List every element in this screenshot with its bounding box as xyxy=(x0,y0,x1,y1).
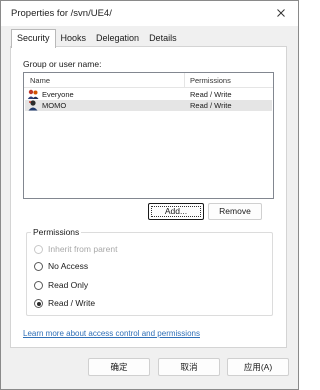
group-or-user-label: Group or user name: xyxy=(23,59,102,69)
close-button[interactable] xyxy=(274,6,288,20)
column-header-name[interactable]: Name xyxy=(30,76,50,85)
radio-button xyxy=(34,299,43,308)
row-name: MOMO xyxy=(42,101,67,110)
row-name: Everyone xyxy=(42,90,74,99)
permissions-group: Permissions Inherit from parent No Acces… xyxy=(26,227,273,316)
radio-label: Read / Write xyxy=(48,298,96,308)
apply-button[interactable]: 应用(A) xyxy=(227,358,289,376)
security-panel: Group or user name: Name Permissions Eve… xyxy=(10,46,287,348)
ok-button-label: 确定 xyxy=(110,362,128,372)
group-icon xyxy=(27,89,39,100)
window-title: Properties for /svn/UE4/ xyxy=(11,8,112,19)
list-header: Name Permissions xyxy=(24,73,273,88)
radio-label: No Access xyxy=(48,261,89,271)
column-header-permissions[interactable]: Permissions xyxy=(190,76,231,85)
list-row-momo[interactable]: MOMO Read / Write xyxy=(25,100,272,111)
permissions-legend: Permissions xyxy=(31,227,82,237)
close-icon xyxy=(277,9,285,17)
remove-button[interactable]: Remove xyxy=(208,203,262,220)
apply-button-label: 应用(A) xyxy=(243,362,273,372)
column-divider[interactable] xyxy=(184,73,185,87)
focus-ring xyxy=(151,206,201,217)
user-icon xyxy=(27,100,39,111)
tab-security[interactable]: Security xyxy=(11,29,56,48)
tab-strip: Security Hooks Delegation Details xyxy=(11,29,182,48)
users-list[interactable]: Name Permissions Everyone Read / Write M… xyxy=(23,72,274,199)
properties-dialog: Properties for /svn/UE4/ Security Hooks … xyxy=(0,0,299,390)
cancel-button[interactable]: 取消 xyxy=(158,358,220,376)
remove-button-label: Remove xyxy=(219,206,251,216)
title-bar: Properties for /svn/UE4/ xyxy=(1,1,298,26)
add-button[interactable]: Add... xyxy=(148,203,204,220)
tab-delegation[interactable]: Delegation xyxy=(91,30,144,47)
radio-button xyxy=(34,281,43,290)
learn-more-link[interactable]: Learn more about access control and perm… xyxy=(23,329,200,338)
radio-button xyxy=(34,245,43,254)
row-permissions: Read / Write xyxy=(190,101,232,110)
row-permissions: Read / Write xyxy=(190,90,232,99)
tab-details[interactable]: Details xyxy=(144,30,182,47)
radio-button xyxy=(34,262,43,271)
cancel-button-label: 取消 xyxy=(180,362,198,372)
ok-button[interactable]: 确定 xyxy=(88,358,150,376)
tab-hooks[interactable]: Hooks xyxy=(56,30,92,47)
radio-label: Read Only xyxy=(48,280,89,290)
radio-label: Inherit from parent xyxy=(48,244,118,254)
list-row-everyone[interactable]: Everyone Read / Write xyxy=(25,89,272,100)
